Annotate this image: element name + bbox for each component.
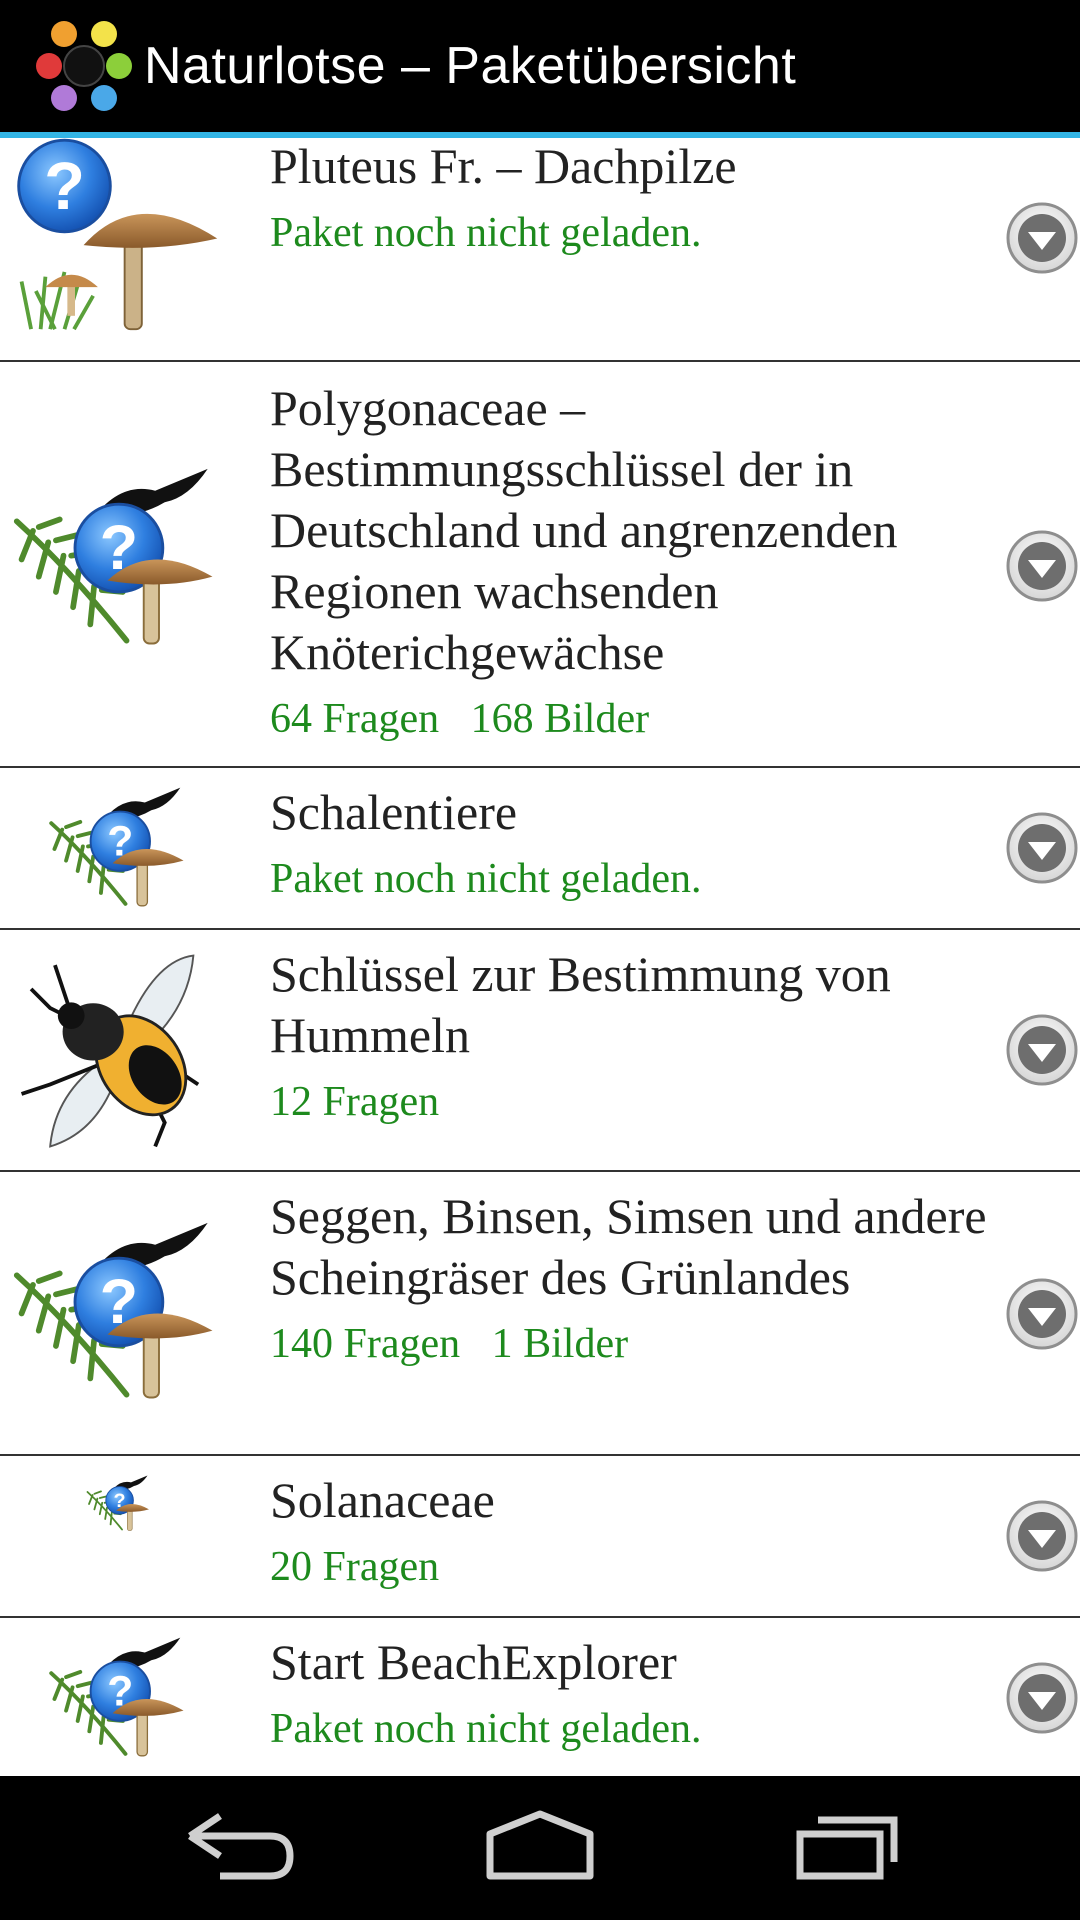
package-status: Paket noch nicht geladen.	[270, 856, 702, 902]
package-title: Solanaceae	[270, 1472, 495, 1528]
package-menu-dropdown-icon[interactable]	[1004, 1276, 1080, 1352]
navigation-bar	[0, 1776, 1080, 1920]
mushroom-question-icon	[12, 138, 222, 341]
nature-default-icon	[12, 1216, 222, 1411]
package-title: Pluteus Fr. – Dachpilze	[270, 138, 737, 194]
package-row[interactable]: Schalentiere Paket noch nicht geladen.	[0, 768, 1080, 930]
recent-apps-icon[interactable]	[790, 1806, 910, 1890]
package-menu-dropdown-icon[interactable]	[1004, 1012, 1080, 1088]
nature-default-icon	[48, 1634, 190, 1764]
package-status: 20 Fragen	[270, 1544, 440, 1590]
package-title: Schlüssel zur Bestimmung von Hummeln	[270, 946, 891, 1063]
package-title: Seggen, Binsen, Simsen und andere Schein…	[270, 1188, 987, 1305]
package-status: 12 Fragen	[270, 1079, 440, 1125]
package-menu-dropdown-icon[interactable]	[1004, 1498, 1080, 1574]
action-bar: Naturlotse – Paketübersicht	[0, 0, 1080, 138]
nature-default-small-icon	[86, 1474, 152, 1534]
package-status: Paket noch nicht geladen.	[270, 210, 702, 256]
package-menu-dropdown-icon[interactable]	[1004, 810, 1080, 886]
package-title: Schalentiere	[270, 784, 518, 840]
back-icon[interactable]	[180, 1806, 300, 1890]
package-menu-dropdown-icon[interactable]	[1004, 1660, 1080, 1736]
package-row[interactable]: Pluteus Fr. – Dachpilze Paket noch nicht…	[0, 138, 1080, 362]
package-row[interactable]: Polygonaceae – Bestimmungsschlüssel der …	[0, 362, 1080, 768]
nature-default-icon	[12, 462, 222, 657]
package-menu-dropdown-icon[interactable]	[1004, 200, 1080, 276]
package-row[interactable]: Seggen, Binsen, Simsen und andere Schein…	[0, 1172, 1080, 1456]
package-status: 64 Fragen 168 Bilder	[270, 696, 650, 742]
package-list[interactable]: Pluteus Fr. – Dachpilze Paket noch nicht…	[0, 138, 1080, 1776]
package-title: Polygonaceae – Bestimmungsschlüssel der …	[270, 380, 898, 680]
package-row[interactable]: Solanaceae 20 Fragen	[0, 1456, 1080, 1618]
package-status: 140 Fragen 1 Bilder	[270, 1321, 629, 1367]
nature-default-icon	[48, 784, 190, 914]
bumblebee-icon	[12, 946, 222, 1156]
package-row[interactable]: Schlüssel zur Bestimmung von Hummeln 12 …	[0, 930, 1080, 1172]
naturlotse-logo-icon[interactable]	[34, 16, 134, 116]
package-row[interactable]: Start BeachExplorer Paket noch nicht gel…	[0, 1618, 1080, 1776]
package-menu-dropdown-icon[interactable]	[1004, 528, 1080, 604]
home-icon[interactable]	[480, 1806, 600, 1890]
page-title: Naturlotse – Paketübersicht	[144, 37, 797, 95]
package-title: Start BeachExplorer	[270, 1634, 677, 1690]
package-status: Paket noch nicht geladen.	[270, 1706, 702, 1752]
